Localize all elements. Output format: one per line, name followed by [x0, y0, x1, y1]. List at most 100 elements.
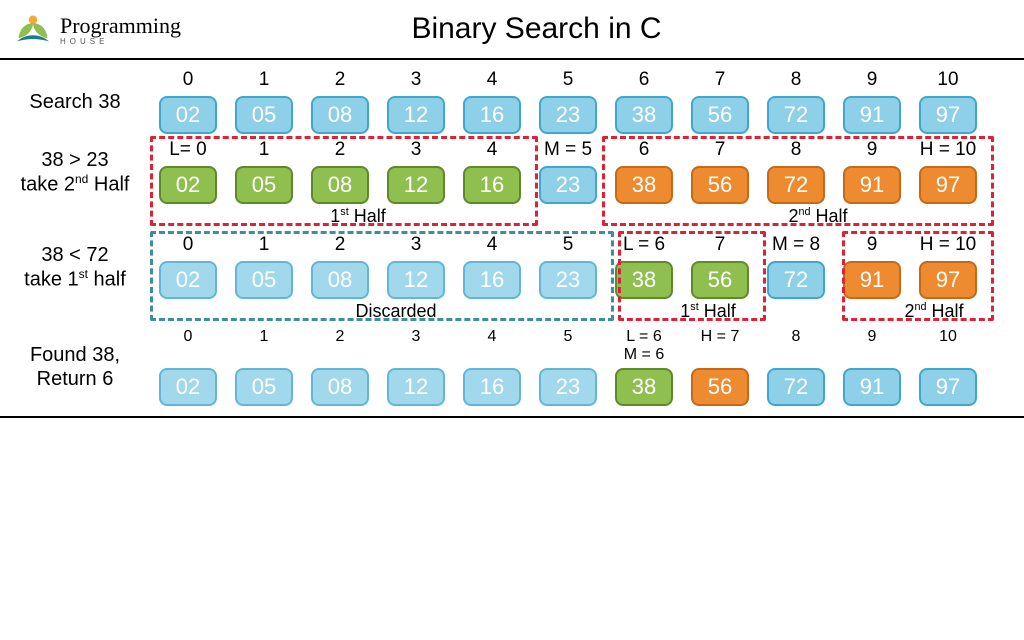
- index-label: 7: [715, 70, 726, 94]
- index-label: 8: [791, 140, 802, 164]
- index-label: 5: [564, 328, 573, 366]
- array-cell: 23: [539, 96, 597, 134]
- array-cell: 08: [311, 166, 369, 204]
- index-label: 4: [488, 328, 497, 366]
- row1-cells: 0021052083124165236387568729911097: [156, 70, 1016, 134]
- array-cell: 05: [235, 261, 293, 299]
- index-label: M = 8: [772, 235, 820, 259]
- array-column: 991: [840, 140, 904, 204]
- index-label: H = 10: [920, 235, 977, 259]
- array-column: 523: [536, 70, 600, 134]
- array-cell: 23: [539, 166, 597, 204]
- array-cell: 12: [387, 368, 445, 406]
- array-cell: 97: [919, 261, 977, 299]
- index-label: 9: [867, 235, 878, 259]
- array-column: 105: [232, 140, 296, 204]
- array-column: 872: [764, 140, 828, 204]
- row-step2: 38 < 72take 1st half 002105208312416523L…: [8, 235, 1016, 299]
- array-column: 756: [688, 70, 752, 134]
- index-label: 7: [715, 235, 726, 259]
- array-cell: 56: [691, 261, 749, 299]
- header: Programming HOUSE Binary Search in C: [0, 0, 1024, 60]
- index-label: L = 6 M = 6: [624, 328, 664, 366]
- array-cell: 12: [387, 166, 445, 204]
- array-cell: 56: [691, 166, 749, 204]
- array-cell: 08: [311, 261, 369, 299]
- row2-second-half-label: 2nd Half: [628, 206, 1008, 227]
- array-cell: 02: [159, 261, 217, 299]
- row2-label: 38 > 23take 2nd Half: [8, 148, 148, 197]
- binary-search-diagram: Search 38 002105208312416523638756872991…: [0, 60, 1024, 418]
- array-column: 208: [308, 70, 372, 134]
- array-cell: 38: [615, 96, 673, 134]
- brand-name: Programming: [60, 13, 181, 39]
- index-label: 9: [868, 328, 877, 366]
- index-label: 0: [183, 70, 194, 94]
- array-cell: 16: [463, 261, 521, 299]
- array-cell: 72: [767, 368, 825, 406]
- index-label: 3: [411, 140, 422, 164]
- array-column: M = 523: [536, 140, 600, 204]
- array-cell: 56: [691, 368, 749, 406]
- array-column: 1097: [916, 328, 980, 406]
- row2-captions: 1st Half 2nd Half: [156, 206, 1016, 227]
- array-cell: 91: [843, 261, 901, 299]
- array-column: 523: [536, 235, 600, 299]
- brand-logo: Programming HOUSE: [12, 8, 181, 50]
- array-cell: 16: [463, 166, 521, 204]
- array-column: 523: [536, 328, 600, 406]
- array-cell: 23: [539, 261, 597, 299]
- index-label: 3: [412, 328, 421, 366]
- index-label: 10: [937, 70, 958, 94]
- array-cell: 02: [159, 166, 217, 204]
- array-column: 002: [156, 328, 220, 406]
- index-label: 0: [183, 235, 194, 259]
- array-column: 756: [688, 140, 752, 204]
- array-column: H = 1097: [916, 235, 980, 299]
- row2-first-half-label: 1st Half: [164, 206, 552, 227]
- index-label: 2: [335, 70, 346, 94]
- index-label: H = 7: [701, 328, 740, 366]
- array-cell: 72: [767, 166, 825, 204]
- index-label: 4: [487, 235, 498, 259]
- array-column: 416: [460, 235, 524, 299]
- array-column: 312: [384, 328, 448, 406]
- row4-label: Found 38,Return 6: [8, 343, 148, 391]
- array-cell: 08: [311, 368, 369, 406]
- array-cell: 05: [235, 166, 293, 204]
- row-step1: 38 > 23take 2nd Half L= 002105208312416M…: [8, 140, 1016, 204]
- index-label: 8: [791, 70, 802, 94]
- array-cell: 91: [843, 368, 901, 406]
- index-label: 6: [639, 70, 650, 94]
- index-label: 3: [411, 70, 422, 94]
- array-cell: 91: [843, 166, 901, 204]
- index-label: 6: [639, 140, 650, 164]
- index-label: 3: [411, 235, 422, 259]
- array-column: 638: [612, 140, 676, 204]
- array-column: 002: [156, 235, 220, 299]
- array-column: 312: [384, 70, 448, 134]
- index-label: L = 6: [623, 235, 665, 259]
- array-column: 991: [840, 70, 904, 134]
- array-column: 312: [384, 235, 448, 299]
- array-cell: 23: [539, 368, 597, 406]
- array-cell: 12: [387, 261, 445, 299]
- index-label: 5: [563, 70, 574, 94]
- array-column: 1097: [916, 70, 980, 134]
- array-column: 416: [460, 70, 524, 134]
- page-title: Binary Search in C: [181, 12, 892, 46]
- array-column: 638: [612, 70, 676, 134]
- array-cell: 97: [919, 166, 977, 204]
- array-column: 208: [308, 235, 372, 299]
- row3-label: 38 < 72take 1st half: [8, 243, 148, 292]
- array-column: 208: [308, 140, 372, 204]
- array-cell: 72: [767, 261, 825, 299]
- array-column: L = 6 M = 638: [612, 328, 676, 406]
- array-cell: 56: [691, 96, 749, 134]
- index-label: M = 5: [544, 140, 592, 164]
- row-initial: Search 38 002105208312416523638756872991…: [8, 70, 1016, 134]
- array-cell: 08: [311, 96, 369, 134]
- index-label: L= 0: [169, 140, 207, 164]
- array-cell: 38: [615, 166, 673, 204]
- array-cell: 38: [615, 368, 673, 406]
